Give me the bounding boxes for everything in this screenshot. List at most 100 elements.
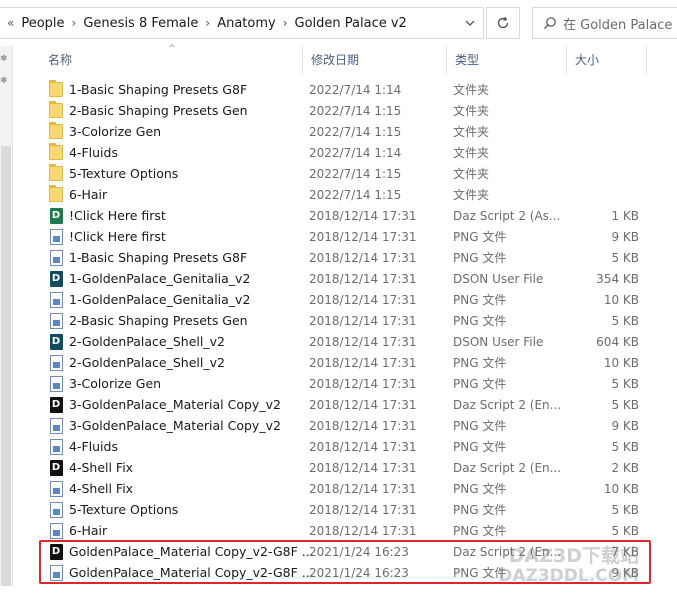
column-header-size[interactable]: 大小 [567, 46, 647, 74]
file-name-cell[interactable]: 6-Hair [48, 522, 107, 539]
file-name-cell[interactable]: 1-Basic Shaping Presets G8F [48, 249, 248, 266]
file-date: 2018/12/14 17:31 [309, 397, 417, 412]
file-name: 1-Basic Shaping Presets G8F [69, 250, 248, 265]
file-row[interactable]: 1-Basic Shaping Presets G8F 2018/12/14 17… [40, 247, 677, 268]
file-name-cell[interactable]: 3-Colorize Gen [48, 375, 161, 392]
breadcrumb-separator-icon[interactable]: › [67, 16, 82, 30]
file-row[interactable]: 2-Basic Shaping Presets Gen 2018/12/14 17… [40, 310, 677, 331]
file-name-cell[interactable]: GoldenPalace_Material Copy_v2-G8F ... [48, 564, 314, 581]
address-bar[interactable]: « People › Genesis 8 Female › Anatomy › … [0, 7, 484, 39]
file-type: Daz Script 2 (En... [453, 397, 562, 412]
file-row[interactable]: 6-Hair 2022/7/14 1:15 文件夹 [40, 184, 677, 205]
file-row[interactable]: 1-Basic Shaping Presets G8F 2022/7/14 1:1… [40, 79, 677, 100]
navigation-scrollbar[interactable] [1, 146, 11, 616]
file-name-cell[interactable]: D 2-GoldenPalace_Shell_v2 [48, 333, 225, 350]
file-name: GoldenPalace_Material Copy_v2-G8F ... [69, 544, 314, 559]
file-name-cell[interactable]: D 4-Shell Fix [48, 459, 134, 476]
file-name-cell[interactable]: 6-Hair [48, 185, 107, 203]
status-strip [0, 586, 677, 616]
file-row[interactable]: 3-Colorize Gen 2018/12/14 17:31 PNG 文件 5 KB [40, 373, 677, 394]
file-type: PNG 文件 [453, 314, 507, 328]
file-date: 2018/12/14 17:31 [309, 292, 417, 307]
file-name-cell[interactable]: 1-GoldenPalace_Genitalia_v2 [48, 291, 251, 308]
file-type: PNG 文件 [453, 503, 507, 517]
folder-icon [48, 143, 64, 161]
file-name-cell[interactable]: 2-Basic Shaping Presets Gen [48, 312, 248, 329]
address-history-dropdown[interactable] [457, 8, 483, 38]
file-date: 2022/7/14 1:14 [309, 145, 402, 160]
file-row[interactable]: 4-Fluids 2022/7/14 1:14 文件夹 [40, 142, 677, 163]
file-type: DSON User File [453, 271, 544, 286]
refresh-button[interactable] [486, 7, 520, 39]
breadcrumb-people[interactable]: People [19, 16, 66, 31]
file-name-cell[interactable]: 4-Fluids [48, 143, 118, 161]
file-row[interactable]: D GoldenPalace_Material Copy_v2-G8F ... 20… [40, 541, 677, 562]
file-name-cell[interactable]: 3-Colorize Gen [48, 122, 161, 140]
file-date: 2022/7/14 1:15 [309, 187, 402, 202]
file-name: 4-Shell Fix [69, 460, 134, 475]
file-row[interactable]: 2-Basic Shaping Presets Gen 2022/7/14 1:1… [40, 100, 677, 121]
file-row[interactable]: D 4-Shell Fix 2018/12/14 17:31 Daz Script 2… [40, 457, 677, 478]
pane-divider[interactable] [12, 46, 25, 616]
file-name-cell[interactable]: D 3-GoldenPalace_Material Copy_v2 [48, 396, 281, 413]
file-name-cell[interactable]: D GoldenPalace_Material Copy_v2-G8F ... [48, 543, 314, 560]
file-date: 2021/1/24 16:23 [309, 544, 409, 559]
file-row[interactable]: D 3-GoldenPalace_Material Copy_v2 2018/12/… [40, 394, 677, 415]
file-size: 9 KB [611, 229, 639, 244]
file-size: 10 KB [603, 481, 639, 496]
folder-icon [48, 101, 64, 119]
pin-icon[interactable]: ✱ [0, 54, 10, 64]
image-file-icon [48, 249, 64, 266]
file-type: Daz Script 2 (As... [453, 208, 561, 223]
breadcrumb-anatomy[interactable]: Anatomy [215, 16, 278, 31]
column-header-type[interactable]: 类型 [447, 46, 567, 74]
breadcrumb-golden-palace-v2[interactable]: Golden Palace v2 [293, 16, 409, 31]
file-name: 4-Shell Fix [69, 481, 134, 496]
pin-icon[interactable]: ✱ [0, 76, 10, 86]
file-row[interactable]: D 1-GoldenPalace_Genitalia_v2 2018/12/14 1… [40, 268, 677, 289]
file-row[interactable]: 5-Texture Options 2022/7/14 1:15 文件夹 [40, 163, 677, 184]
breadcrumb-separator-icon[interactable]: › [278, 16, 293, 30]
file-row[interactable]: 3-GoldenPalace_Material Copy_v2 2018/12/1… [40, 415, 677, 436]
file-name: 1-GoldenPalace_Genitalia_v2 [69, 292, 251, 307]
file-type: PNG 文件 [453, 251, 507, 265]
file-row[interactable]: D 2-GoldenPalace_Shell_v2 2018/12/14 17:31… [40, 331, 677, 352]
file-row[interactable]: D !Click Here first 2018/12/14 17:31 Daz Sc… [40, 205, 677, 226]
file-name-cell[interactable]: 5-Texture Options [48, 501, 178, 518]
column-header-date[interactable]: 修改日期 [303, 46, 447, 74]
file-row[interactable]: 2-GoldenPalace_Shell_v2 2018/12/14 17:31 P… [40, 352, 677, 373]
column-header-name[interactable]: 名称 [40, 46, 303, 74]
file-name-cell[interactable]: 2-Basic Shaping Presets Gen [48, 101, 248, 119]
breadcrumb-separator-icon[interactable]: › [200, 16, 215, 30]
search-placeholder[interactable]: 在 Golden Palace v2 中搜索 [563, 14, 677, 33]
file-row[interactable]: 3-Colorize Gen 2022/7/14 1:15 文件夹 [40, 121, 677, 142]
chevron-down-icon [465, 20, 475, 26]
file-row[interactable]: 6-Hair 2018/12/14 17:31 PNG 文件 5 KB [40, 520, 677, 541]
file-name-cell[interactable]: 3-GoldenPalace_Material Copy_v2 [48, 417, 281, 434]
search-box[interactable]: 在 Golden Palace v2 中搜索 [532, 7, 677, 39]
file-date: 2018/12/14 17:31 [309, 250, 417, 265]
overflow-chevron-icon[interactable]: « [2, 16, 19, 30]
file-name-cell[interactable]: !Click Here first [48, 228, 166, 245]
file-name-cell[interactable]: 5-Texture Options [48, 164, 178, 182]
file-name: 3-GoldenPalace_Material Copy_v2 [69, 397, 281, 412]
file-name-cell[interactable]: 2-GoldenPalace_Shell_v2 [48, 354, 225, 371]
file-row[interactable]: !Click Here first 2018/12/14 17:31 PNG 文件 9… [40, 226, 677, 247]
file-row[interactable]: 4-Fluids 2018/12/14 17:31 PNG 文件 5 KB [40, 436, 677, 457]
file-row[interactable]: 4-Shell Fix 2018/12/14 17:31 PNG 文件 10 KB [40, 478, 677, 499]
file-name-cell[interactable]: D 1-GoldenPalace_Genitalia_v2 [48, 270, 250, 287]
breadcrumb-genesis-8-female[interactable]: Genesis 8 Female [81, 16, 200, 31]
file-name: 2-Basic Shaping Presets Gen [69, 103, 248, 118]
image-file-icon [48, 522, 64, 539]
file-row[interactable]: 1-GoldenPalace_Genitalia_v2 2018/12/14 17… [40, 289, 677, 310]
file-name-cell[interactable]: 1-Basic Shaping Presets G8F [48, 80, 247, 98]
file-row[interactable]: GoldenPalace_Material Copy_v2-G8F ... 202… [40, 562, 677, 583]
file-size: 5 KB [611, 523, 639, 538]
file-date: 2018/12/14 17:31 [309, 208, 417, 223]
folder-shape [49, 164, 63, 181]
file-name-cell[interactable]: D !Click Here first [48, 207, 166, 224]
file-name-cell[interactable]: 4-Shell Fix [48, 480, 134, 497]
search-icon [543, 16, 557, 30]
file-row[interactable]: 5-Texture Options 2018/12/14 17:31 PNG 文件 5… [40, 499, 677, 520]
file-name-cell[interactable]: 4-Fluids [48, 438, 118, 455]
